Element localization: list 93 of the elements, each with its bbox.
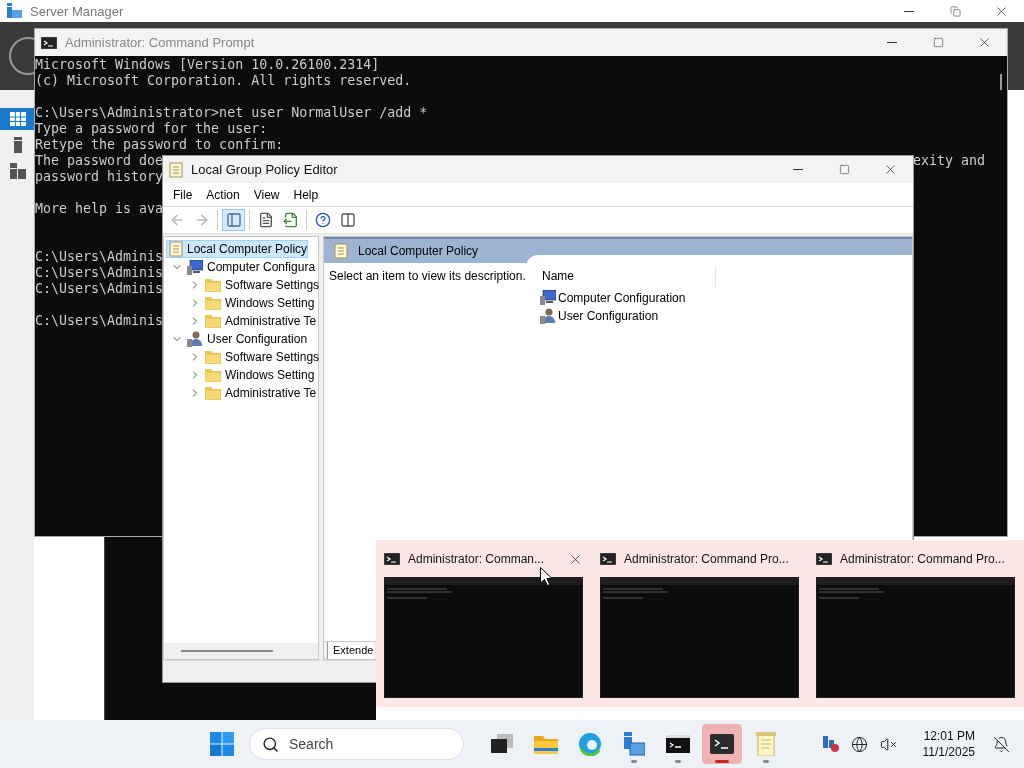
sidebar-item[interactable]	[0, 108, 34, 130]
window-title: Server Manager	[30, 3, 124, 19]
console-line: password history	[35, 169, 164, 185]
policy-icon	[334, 243, 348, 259]
policy-icon	[169, 161, 183, 178]
menu-item[interactable]: File	[167, 187, 199, 202]
description-text: Select an item to view its description.	[328, 268, 526, 283]
windows-logo-icon[interactable]	[210, 732, 234, 756]
tree-item[interactable]: Software Settings	[166, 276, 321, 294]
command-prompt-icon	[666, 735, 690, 753]
console-line: C:\Users\Adminis	[35, 265, 164, 281]
panel-icon	[225, 212, 242, 228]
tree-item[interactable]: Administrative Te	[166, 312, 318, 330]
maximize-icon	[838, 164, 850, 175]
tree-item[interactable]: Local Computer Policy	[166, 240, 309, 258]
document-icon	[257, 212, 274, 228]
restore-icon	[949, 5, 961, 17]
tree-item[interactable]: Administrative Te	[166, 384, 318, 402]
console-line: C:\Users\Administrator>net user NormalUser /add *	[35, 105, 428, 121]
task-view-icon	[491, 734, 513, 754]
thumbnail-title[interactable]: Administrator: Comman...	[408, 552, 545, 566]
command-prompt-icon	[41, 36, 57, 49]
folder-icon	[205, 368, 221, 382]
folder-icon	[534, 734, 558, 754]
detail-title: Local Computer Policy	[358, 244, 479, 258]
columns-icon	[339, 212, 356, 228]
tree-item[interactable]: Computer Configura	[166, 258, 317, 276]
tree-item[interactable]: Windows Setting	[166, 294, 316, 312]
console-line: C:\Users\Adminis	[35, 249, 164, 265]
dashboard-icon	[10, 112, 26, 126]
minimize-icon	[793, 169, 803, 170]
taskbar-app[interactable]	[702, 724, 742, 764]
help-icon	[314, 212, 331, 228]
maximize-icon	[932, 37, 944, 48]
list-item[interactable]: Computer Configuration	[540, 290, 912, 305]
terminal-icon	[710, 734, 734, 754]
clock-date[interactable]: 11/1/2025	[922, 744, 975, 760]
user-icon	[540, 308, 556, 324]
network-icon[interactable]	[820, 736, 839, 752]
menu-item[interactable]: Help	[287, 187, 325, 202]
thumbnail-title[interactable]: Administrator: Command Pro...	[624, 552, 789, 566]
policy-icon	[169, 241, 183, 257]
scrollbar[interactable]	[164, 643, 318, 659]
server-manager-icon	[6, 3, 22, 19]
console-line: Microsoft Windows [Version 10.0.26100.2314]	[35, 57, 380, 73]
window-title: Local Group Policy Editor	[191, 162, 338, 177]
browser-icon	[578, 732, 602, 756]
console-line: C:\Users\Adminis	[35, 313, 164, 329]
console-line: exity and	[912, 153, 985, 169]
column-header[interactable]: Name	[540, 267, 716, 287]
command-prompt-icon	[384, 553, 400, 565]
servers-icon	[10, 163, 26, 179]
folder-icon	[205, 278, 221, 292]
list-item[interactable]: User Configuration	[540, 308, 912, 324]
menu-item[interactable]: Action	[200, 187, 246, 202]
folder-icon	[205, 386, 221, 400]
console-line: The password doe	[35, 153, 164, 169]
notifications-icon[interactable]	[993, 735, 1010, 753]
command-prompt-icon	[816, 553, 832, 565]
folder-icon	[205, 350, 221, 364]
thumbnail-title[interactable]: Administrator: Command Pro...	[840, 552, 1005, 566]
show-tree-button[interactable]	[222, 209, 245, 231]
search-input[interactable]: Search	[287, 735, 437, 753]
speaker-muted-icon[interactable]	[879, 735, 897, 753]
console-line: Type a password for the user:	[35, 121, 268, 137]
console-line: More help is ava	[35, 201, 164, 217]
minimize-icon	[887, 42, 897, 43]
command-prompt-icon	[600, 553, 616, 565]
back-icon[interactable]	[8, 36, 34, 76]
console-line: Retype the password to confirm:	[35, 137, 284, 153]
tree-item[interactable]: User Configuration	[166, 330, 309, 348]
search-icon	[262, 735, 279, 753]
computer-icon	[540, 290, 556, 305]
menu-item[interactable]: View	[247, 187, 286, 202]
console-line: (c) Microsoft Corporation. All rights reserved.	[35, 73, 412, 89]
computer-icon	[187, 259, 203, 275]
console-line: C:\Users\Adminis	[35, 281, 164, 297]
user-icon	[187, 331, 203, 347]
minimize-icon	[904, 10, 914, 12]
view-tab[interactable]: Extende	[327, 642, 375, 659]
folder-icon	[205, 314, 221, 328]
notepad-icon	[756, 732, 776, 756]
window-title: Administrator: Command Prompt	[65, 35, 255, 50]
export-icon	[282, 212, 299, 228]
search-bar[interactable]: Search	[249, 728, 464, 760]
clock-time[interactable]: 12:01 PM	[923, 728, 975, 744]
globe-icon[interactable]	[850, 735, 868, 753]
cursor-icon	[540, 567, 553, 587]
tree-item[interactable]: Windows Setting	[166, 366, 316, 384]
folder-icon	[205, 296, 221, 310]
server-manager-icon	[623, 732, 645, 756]
server-icon	[14, 137, 22, 153]
tree-item[interactable]: Software Settings	[166, 348, 321, 366]
